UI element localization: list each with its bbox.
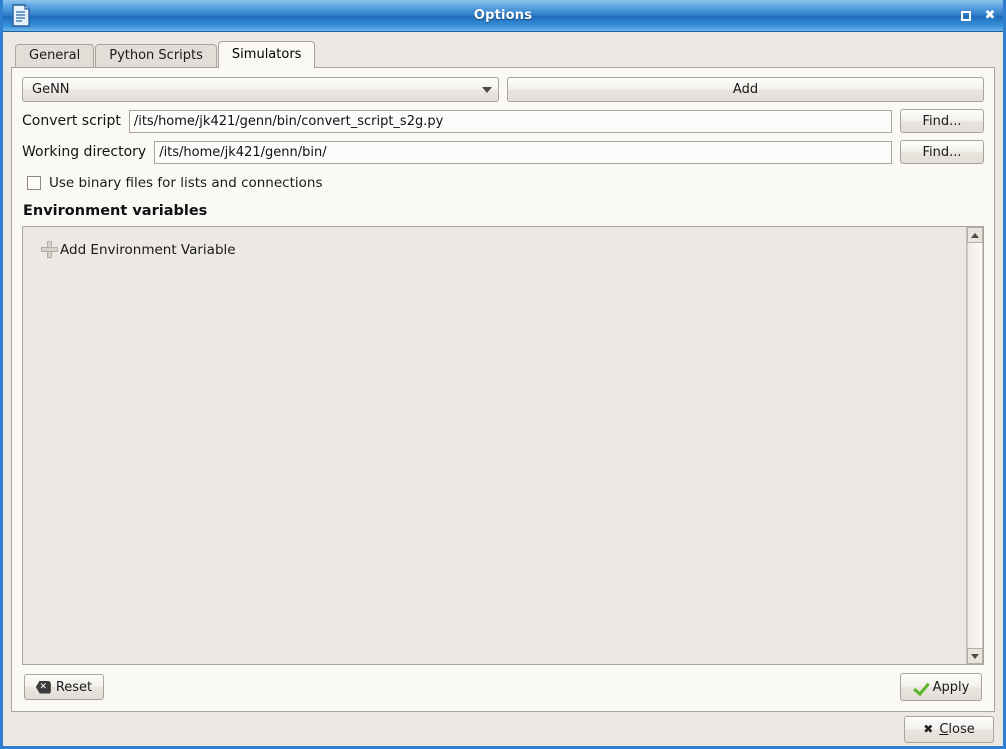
simulators-tab-panel: GeNN Add Convert script /its/home/jk421/…: [11, 67, 995, 712]
tab-strip: General Python Scripts Simulators: [11, 40, 995, 68]
reset-button[interactable]: ✕ Reset: [24, 674, 104, 700]
convert-script-find-button[interactable]: Find...: [900, 109, 984, 133]
binary-files-checkbox[interactable]: [27, 176, 41, 190]
working-directory-input[interactable]: /its/home/jk421/genn/bin/: [154, 140, 892, 164]
scrollbar-track[interactable]: [967, 243, 983, 648]
tab-python-scripts[interactable]: Python Scripts: [95, 44, 217, 67]
simulator-select-value: GeNN: [32, 82, 70, 97]
simulator-select[interactable]: GeNN: [22, 77, 499, 102]
working-directory-label: Working directory: [22, 144, 147, 160]
apply-button[interactable]: Apply: [900, 673, 982, 701]
environment-variables-list-content: Add Environment Variable: [23, 227, 966, 664]
panel-footer: ✕ Reset Apply: [22, 673, 984, 703]
environment-list-scrollbar[interactable]: [966, 227, 983, 664]
reset-icon: ✕: [35, 680, 51, 694]
close-dialog-button[interactable]: ✖ Close: [904, 715, 994, 743]
title-bar[interactable]: Options ✖: [3, 0, 1003, 32]
scroll-up-arrow-icon[interactable]: [967, 227, 983, 243]
apply-button-label: Apply: [932, 679, 970, 695]
chevron-down-icon: [482, 86, 492, 93]
window-controls: ✖: [959, 0, 997, 31]
plus-icon: [41, 241, 58, 258]
convert-script-label: Convert script: [22, 113, 121, 129]
maximize-icon[interactable]: [959, 9, 973, 23]
simulator-selector-row: GeNN Add: [22, 77, 984, 102]
window-title: Options: [473, 8, 533, 23]
environment-variables-heading: Environment variables: [23, 203, 208, 219]
environment-variables-list: Add Environment Variable: [22, 226, 984, 665]
tab-general[interactable]: General: [15, 44, 95, 67]
add-simulator-button[interactable]: Add: [507, 77, 984, 102]
close-rest: lose: [948, 721, 975, 737]
add-environment-variable-item[interactable]: Add Environment Variable: [41, 241, 966, 258]
reset-button-label: Reset: [55, 679, 93, 695]
close-dialog-button-label: Close: [939, 722, 974, 737]
convert-script-row: Convert script /its/home/jk421/genn/bin/…: [22, 109, 984, 133]
working-directory-row: Working directory /its/home/jk421/genn/b…: [22, 140, 984, 164]
scroll-down-arrow-icon[interactable]: [967, 648, 983, 664]
options-dialog-window: Options ✖ General Python Scripts Simulat…: [0, 0, 1006, 749]
working-directory-find-button[interactable]: Find...: [900, 140, 984, 164]
close-x-icon: ✖: [923, 722, 934, 736]
checkmark-icon: [913, 680, 928, 695]
close-icon[interactable]: ✖: [983, 9, 997, 23]
dialog-footer: ✖ Close: [11, 712, 995, 746]
tab-simulators[interactable]: Simulators: [217, 41, 316, 68]
document-properties-icon: [10, 4, 32, 27]
add-environment-variable-label: Add Environment Variable: [60, 241, 236, 258]
dialog-body: General Python Scripts Simulators GeNN A…: [3, 32, 1003, 746]
convert-script-input[interactable]: /its/home/jk421/genn/bin/convert_script_…: [128, 109, 892, 133]
binary-files-checkbox-label: Use binary files for lists and connectio…: [49, 175, 323, 191]
binary-files-checkbox-row[interactable]: Use binary files for lists and connectio…: [27, 175, 984, 191]
